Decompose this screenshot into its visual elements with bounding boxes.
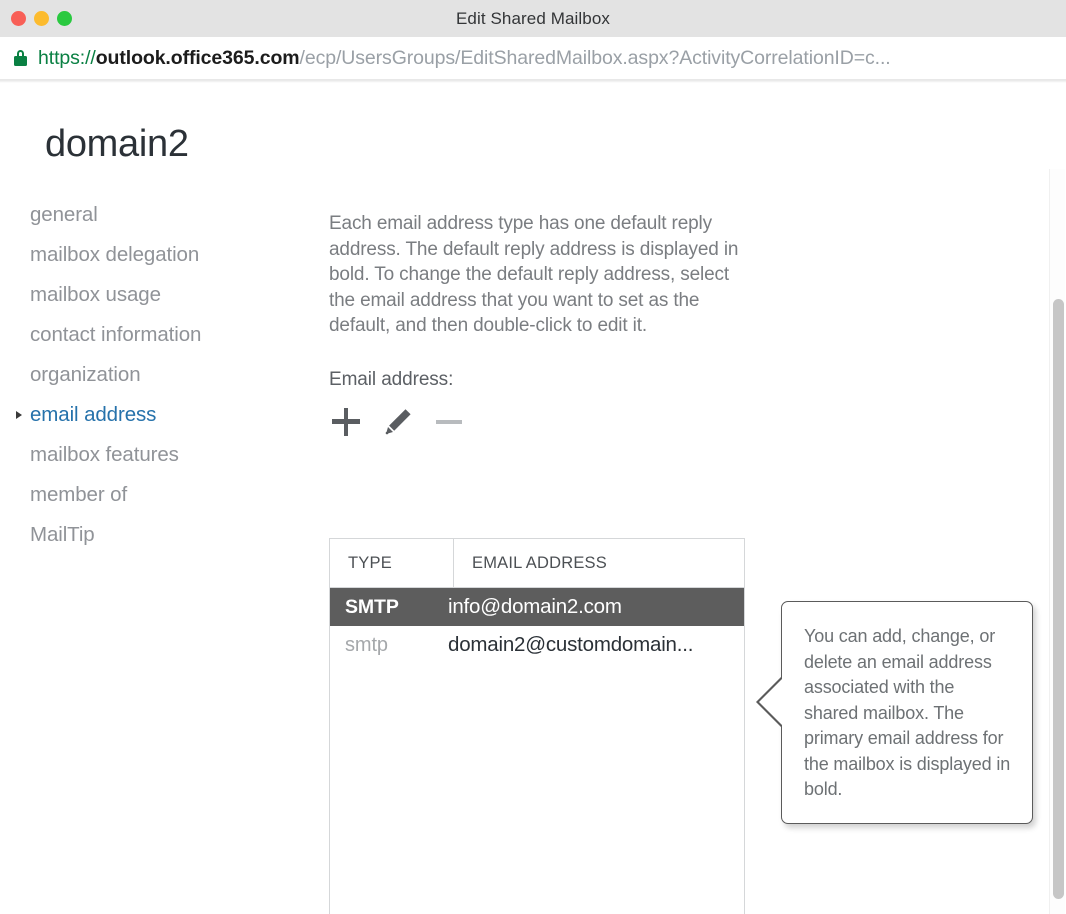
callout-arrow-fill-icon <box>759 679 782 725</box>
sidebar-item-mailbox-features[interactable]: mailbox features <box>0 435 310 475</box>
minus-icon[interactable] <box>433 405 467 439</box>
caret-right-icon <box>16 411 22 419</box>
minimize-window-icon[interactable] <box>34 11 49 26</box>
pencil-icon[interactable] <box>381 405 415 439</box>
sidebar-item-email-address[interactable]: email address <box>0 395 310 435</box>
url-host: outlook.office365.com <box>95 46 300 69</box>
sidebar-item-label: organization <box>30 363 141 386</box>
lock-icon <box>14 50 27 66</box>
sidebar-item-organization[interactable]: organization <box>0 355 310 395</box>
url-path: /ecp/UsersGroups/EditSharedMailbox.aspx?… <box>299 46 891 69</box>
url-text: https://outlook.office365.com/ecp/UsersG… <box>38 47 891 70</box>
close-window-icon[interactable] <box>11 11 26 26</box>
table-row[interactable]: SMTP info@domain2.com <box>330 588 744 626</box>
cell-email-address: info@domain2.com <box>448 595 622 618</box>
vertical-scrollbar-thumb[interactable] <box>1053 299 1064 899</box>
sidebar-nav: general mailbox delegation mailbox usage… <box>0 195 310 555</box>
sidebar-item-member-of[interactable]: member of <box>0 475 310 515</box>
page-content: domain2 general mailbox delegation mailb… <box>0 83 1066 914</box>
table-row[interactable]: smtp domain2@customdomain... <box>330 626 744 664</box>
sidebar-item-mailbox-usage[interactable]: mailbox usage <box>0 275 310 315</box>
sidebar-item-general[interactable]: general <box>0 195 310 235</box>
sidebar-item-label: mailbox features <box>30 443 179 466</box>
sidebar-item-label: general <box>30 203 98 226</box>
table-header-row: TYPE EMAIL ADDRESS <box>330 539 744 588</box>
email-address-label: Email address: <box>329 368 454 390</box>
sidebar-item-contact-information[interactable]: contact information <box>0 315 310 355</box>
column-header-type[interactable]: TYPE <box>330 539 454 587</box>
callout-text: You can add, change, or delete an email … <box>804 626 1011 799</box>
window-titlebar: Edit Shared Mailbox <box>0 0 1066 37</box>
url-scheme: https:// <box>38 46 96 69</box>
sidebar-item-mailbox-delegation[interactable]: mailbox delegation <box>0 235 310 275</box>
browser-url-bar[interactable]: https://outlook.office365.com/ecp/UsersG… <box>0 37 1066 80</box>
table-body: SMTP info@domain2.com smtp domain2@custo… <box>330 588 744 664</box>
intro-description: Each email address type has one default … <box>329 213 739 336</box>
sidebar-item-label: contact information <box>30 323 202 346</box>
sidebar-item-label: mailbox usage <box>30 283 161 306</box>
cell-email-address: domain2@customdomain... <box>448 633 694 656</box>
maximize-window-icon[interactable] <box>57 11 72 26</box>
email-address-table: TYPE EMAIL ADDRESS SMTP info@domain2.com… <box>329 538 745 914</box>
sidebar-item-label: email address <box>30 403 157 426</box>
column-header-email-address[interactable]: EMAIL ADDRESS <box>454 539 744 587</box>
page-title: domain2 <box>45 123 189 165</box>
cell-type: smtp <box>345 633 388 656</box>
sidebar-item-mailtip[interactable]: MailTip <box>0 515 310 555</box>
sidebar-item-label: mailbox delegation <box>30 243 200 266</box>
traffic-light-group <box>11 0 72 37</box>
cell-type: SMTP <box>345 595 399 618</box>
help-callout: You can add, change, or delete an email … <box>756 601 1033 824</box>
plus-icon[interactable] <box>329 405 363 439</box>
email-address-toolbar <box>329 405 759 439</box>
sidebar-item-label: MailTip <box>30 523 95 546</box>
window-title: Edit Shared Mailbox <box>455 8 611 28</box>
sidebar-item-label: member of <box>30 483 128 506</box>
main-content: Each email address type has one default … <box>329 211 759 439</box>
